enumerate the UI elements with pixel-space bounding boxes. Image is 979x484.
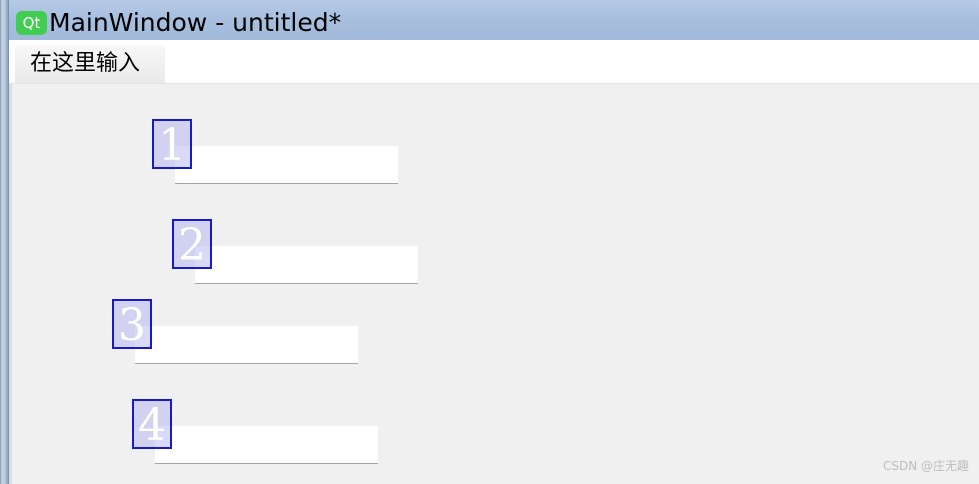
watermark: CSDN @庄无趣 bbox=[882, 459, 969, 473]
qt-logo-icon: Qt bbox=[16, 11, 47, 35]
line-edit-1[interactable] bbox=[175, 146, 398, 184]
main-window: Qt MainWindow - untitled* 在这里输入 1 2 3 4 … bbox=[0, 0, 979, 484]
line-edit-3[interactable] bbox=[135, 326, 358, 364]
line-edit-4[interactable] bbox=[155, 426, 378, 464]
marker-3: 3 bbox=[112, 299, 152, 351]
marker-2: 2 bbox=[172, 219, 212, 271]
title-bar[interactable]: Qt MainWindow - untitled* bbox=[9, 0, 979, 40]
window-left-border bbox=[0, 0, 9, 484]
menu-bar: 在这里输入 bbox=[9, 40, 979, 84]
marker-1: 1 bbox=[152, 119, 192, 171]
window-title: MainWindow - untitled* bbox=[49, 8, 342, 37]
line-edit-2[interactable] bbox=[195, 246, 418, 284]
menu-type-here-item[interactable]: 在这里输入 bbox=[15, 45, 165, 83]
marker-4: 4 bbox=[132, 399, 172, 451]
form-left-edge bbox=[9, 84, 12, 484]
